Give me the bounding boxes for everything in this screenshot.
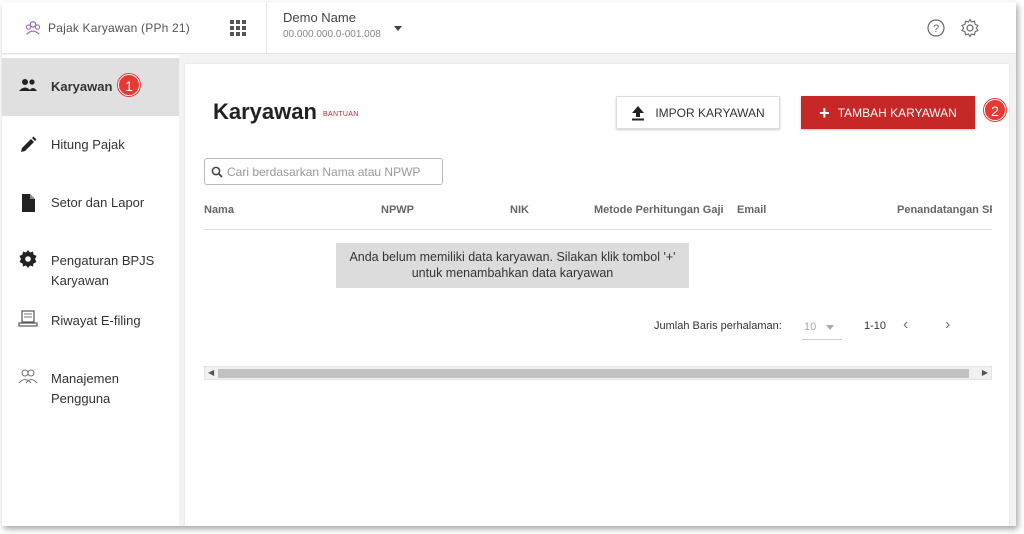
app-title: Pajak Karyawan (PPh 21) [48,21,191,35]
search-input[interactable] [227,164,437,179]
import-button-label: IMPOR KARYAWAN [655,105,765,120]
search-box[interactable] [204,158,443,185]
page-range: 1-10 [864,320,887,332]
empty-state-message: Anda belum memiliki data karyawan. Silak… [336,243,689,288]
column-header-nama[interactable]: Nama [204,204,234,216]
table-header: Nama NPWP NIK Metode Perhitungan Gaji Em… [204,204,992,230]
empty-message-line-2: untuk menambahkan data karyawan [411,266,614,280]
company-name: Demo Name [283,10,356,25]
sidebar-item-label: Manajemen Pengguna [51,371,119,406]
chevron-down-icon[interactable] [394,26,402,31]
app-logo-icon [25,21,41,35]
horizontal-scrollbar[interactable]: ◀ ▶ [204,366,992,380]
pencil-icon [21,136,37,152]
sidebar-item-hitung-pajak[interactable]: Hitung Pajak [2,127,179,167]
app-brand[interactable]: Pajak Karyawan (PPh 21) [24,19,190,37]
header-divider [266,2,267,54]
rows-per-page-select[interactable]: 10 [802,320,842,340]
company-npwp: 00.000.000.0-001.008 [283,29,381,40]
gear-icon [19,250,37,268]
sidebar-item-label: Pengaturan BPJS Karyawan [51,253,155,288]
main-card: Karyawan BANTUAN IMPOR KARYAWAN + TAMBAH… [185,64,1009,526]
sidebar-item-setor-lapor[interactable]: Setor dan Lapor [2,185,179,225]
page-title: Karyawan [213,99,317,124]
svg-text:?: ? [933,23,939,35]
app-window: Pajak Karyawan (PPh 21) Demo Name 00.000… [2,2,1016,526]
document-icon [22,194,35,212]
top-bar: Pajak Karyawan (PPh 21) Demo Name 00.000… [2,2,1016,54]
sidebar-item-label: Hitung Pajak [51,137,125,152]
scrollbar-thumb[interactable] [218,369,969,378]
callout-badge-2: 2 [984,99,1006,121]
sidebar-item-manajemen-pengguna[interactable]: Manajemen Pengguna [2,365,179,406]
settings-gear-icon[interactable] [960,18,980,38]
column-header-penandatangan[interactable]: Penandatangan SPT [897,204,992,216]
sidebar-item-label: Setor dan Lapor [51,195,145,210]
column-header-npwp[interactable]: NPWP [381,204,414,216]
chevron-down-icon [826,325,834,330]
people-icon [19,79,37,91]
apps-grid-icon[interactable] [228,18,248,38]
add-button-label: TAMBAH KARYAWAN [837,105,957,120]
sidebar: Karyawan 1 Hitung Pajak Setor dan Lapor … [2,55,179,526]
sidebar-item-riwayat-efiling[interactable]: Riwayat E-filing [2,307,179,347]
plus-icon: + [819,102,830,123]
prev-page-icon[interactable]: ‹ [903,316,908,334]
scroll-left-icon[interactable]: ◀ [208,367,214,379]
search-icon [211,166,223,178]
sidebar-item-karyawan[interactable]: Karyawan [2,58,179,116]
rows-per-page-label: Jumlah Baris perhalaman: [654,320,782,332]
scroll-right-icon[interactable]: ▶ [982,367,988,379]
laptop-icon [18,310,38,327]
users-outline-icon [18,369,38,384]
add-employee-button[interactable]: + TAMBAH KARYAWAN [801,96,975,129]
import-employees-button[interactable]: IMPOR KARYAWAN [616,96,780,129]
sidebar-item-label: Riwayat E-filing [51,313,141,328]
empty-message-line-1: Anda belum memiliki data karyawan. Silak… [349,250,676,264]
help-link[interactable]: BANTUAN [323,111,359,118]
sidebar-item-label: Karyawan [51,79,113,94]
callout-badge-1: 1 [118,74,140,96]
column-header-metode[interactable]: Metode Perhitungan Gaji [594,204,724,216]
sidebar-item-pengaturan-bpjs[interactable]: Pengaturan BPJS Karyawan [2,243,179,293]
column-header-nik[interactable]: NIK [510,204,529,216]
rows-per-page-value: 10 [804,321,817,333]
next-page-icon[interactable]: › [945,316,950,334]
help-icon[interactable]: ? [926,18,946,38]
column-header-email[interactable]: Email [737,204,766,216]
company-selector[interactable]: Demo Name 00.000.000.0-001.008 [283,10,381,40]
upload-icon [632,105,645,120]
